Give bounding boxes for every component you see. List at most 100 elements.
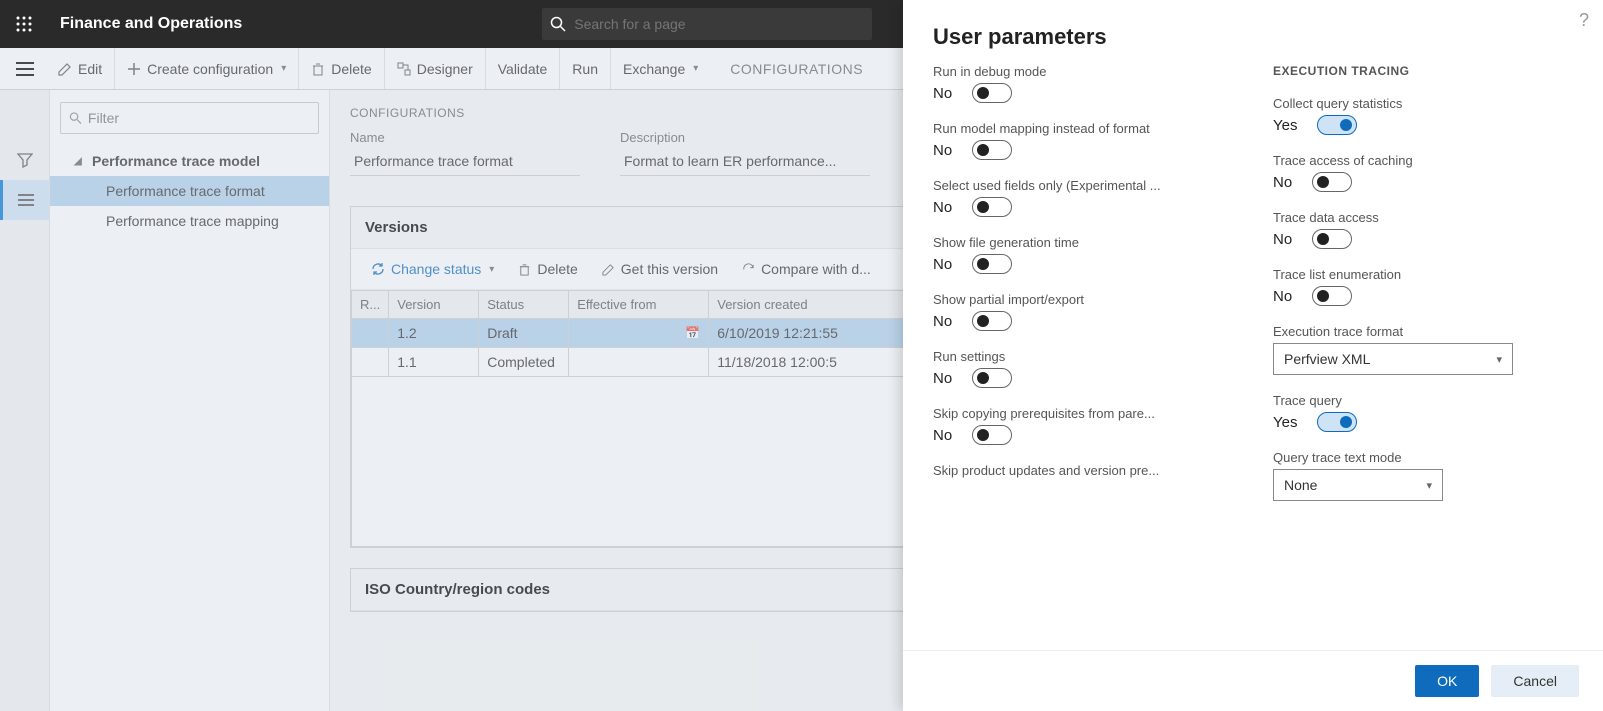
field-description: Description Format to learn ER performan… bbox=[620, 130, 870, 176]
get-label: Get this version bbox=[621, 261, 718, 277]
param-label: Run model mapping instead of format bbox=[933, 121, 1223, 136]
dd-value: None bbox=[1284, 477, 1317, 493]
chevron-down-icon: ▾ bbox=[1426, 479, 1432, 492]
param-usedfields: Select used fields only (Experimental ..… bbox=[933, 178, 1223, 217]
ok-button[interactable]: OK bbox=[1415, 665, 1479, 697]
toggle-filegen[interactable] bbox=[972, 254, 1012, 274]
refresh-icon bbox=[371, 262, 385, 276]
compare-label: Compare with d... bbox=[761, 261, 871, 277]
help-icon[interactable]: ? bbox=[1579, 10, 1589, 31]
tree-node-mapping[interactable]: Performance trace mapping bbox=[50, 206, 329, 236]
trash-icon bbox=[518, 263, 531, 276]
dropdown-format[interactable]: Perfview XML▾ bbox=[1273, 343, 1513, 375]
param-textmode: Query trace text mode None ▾ bbox=[1273, 450, 1533, 501]
col-status[interactable]: Status bbox=[479, 291, 569, 319]
get-version-button[interactable]: Get this version bbox=[592, 257, 728, 281]
param-skipprod: Skip product updates and version pre... bbox=[933, 463, 1223, 482]
toggle-debug[interactable] bbox=[972, 83, 1012, 103]
param-caching: Trace access of caching No bbox=[1273, 153, 1533, 192]
designer-button[interactable]: Designer bbox=[385, 48, 486, 89]
cancel-button[interactable]: Cancel bbox=[1491, 665, 1579, 697]
param-label: Trace data access bbox=[1273, 210, 1533, 225]
plus-icon bbox=[127, 62, 141, 76]
param-label: Trace list enumeration bbox=[1273, 267, 1533, 282]
app-launcher-icon[interactable] bbox=[8, 8, 40, 40]
param-value: Yes bbox=[1273, 117, 1297, 134]
tree-sidebar: ◢Performance trace model Performance tra… bbox=[50, 90, 330, 711]
param-listenum: Trace list enumeration No bbox=[1273, 267, 1533, 306]
param-label: Trace access of caching bbox=[1273, 153, 1533, 168]
tree-node-root[interactable]: ◢Performance trace model bbox=[50, 146, 329, 176]
toggle-collect[interactable] bbox=[1317, 115, 1357, 135]
tree-label: Performance trace format bbox=[106, 183, 265, 199]
desc-label: Description bbox=[620, 130, 870, 145]
search-input[interactable] bbox=[574, 16, 864, 32]
col-version[interactable]: Version bbox=[389, 291, 479, 319]
calendar-icon[interactable]: 📅 bbox=[685, 326, 700, 340]
param-value: Yes bbox=[1273, 414, 1297, 431]
chevron-down-icon: ▾ bbox=[693, 63, 698, 74]
toggle-skipcopy[interactable] bbox=[972, 425, 1012, 445]
app-title: Finance and Operations bbox=[60, 15, 242, 33]
search-icon bbox=[550, 16, 566, 32]
toggle-dataacc[interactable] bbox=[1312, 229, 1352, 249]
param-label: Select used fields only (Experimental ..… bbox=[933, 178, 1223, 193]
param-label: Trace query bbox=[1273, 393, 1533, 408]
exchange-button[interactable]: Exchange ▾ bbox=[611, 48, 710, 89]
toggle-listenum[interactable] bbox=[1312, 286, 1352, 306]
filter-box[interactable] bbox=[60, 102, 319, 134]
edit-button[interactable]: Edit bbox=[46, 48, 115, 89]
global-search[interactable] bbox=[542, 8, 872, 40]
param-value: No bbox=[933, 370, 952, 387]
designer-label: Designer bbox=[417, 61, 473, 77]
filter-input[interactable] bbox=[88, 110, 310, 126]
version-delete-button[interactable]: Delete bbox=[508, 257, 587, 281]
trash-icon bbox=[311, 62, 325, 76]
param-label: Skip copying prerequisites from pare... bbox=[933, 406, 1223, 421]
toggle-usedfields[interactable] bbox=[972, 197, 1012, 217]
run-button[interactable]: Run bbox=[560, 48, 611, 89]
param-label: Run in debug mode bbox=[933, 64, 1223, 79]
toggle-partial[interactable] bbox=[972, 311, 1012, 331]
param-value: No bbox=[1273, 231, 1292, 248]
desc-value[interactable]: Format to learn ER performance... bbox=[620, 149, 870, 176]
col-effective[interactable]: Effective from bbox=[569, 291, 709, 319]
exchange-label: Exchange bbox=[623, 61, 685, 77]
param-value: No bbox=[933, 313, 952, 330]
param-value: No bbox=[933, 256, 952, 273]
toggle-tracequery[interactable] bbox=[1317, 412, 1357, 432]
param-label: Show file generation time bbox=[933, 235, 1223, 250]
edit-label: Edit bbox=[78, 61, 102, 77]
compare-button[interactable]: Compare with d... bbox=[732, 257, 881, 281]
toggle-caching[interactable] bbox=[1312, 172, 1352, 192]
col-r[interactable]: R... bbox=[352, 291, 389, 319]
chevron-down-icon: ▾ bbox=[489, 264, 494, 275]
panel-footer: OK Cancel bbox=[903, 650, 1603, 711]
param-format: Execution trace format Perfview XML▾ bbox=[1273, 324, 1533, 375]
name-value[interactable]: Performance trace format bbox=[350, 149, 580, 176]
filter-rail-icon[interactable] bbox=[0, 140, 49, 180]
param-partial: Show partial import/export No bbox=[933, 292, 1223, 331]
dropdown-textmode[interactable]: None ▾ bbox=[1273, 469, 1443, 501]
cell-version: 1.2 bbox=[389, 319, 479, 348]
toggle-modelmap[interactable] bbox=[972, 140, 1012, 160]
param-runset: Run settings No bbox=[933, 349, 1223, 388]
param-label: Run settings bbox=[933, 349, 1223, 364]
list-rail-icon[interactable] bbox=[0, 180, 49, 220]
hamburger-icon[interactable] bbox=[4, 62, 46, 76]
tree-label: Performance trace mapping bbox=[106, 213, 279, 229]
param-modelmap: Run model mapping instead of format No bbox=[933, 121, 1223, 160]
tree-node-format[interactable]: Performance trace format bbox=[50, 176, 329, 206]
change-status-button[interactable]: Change status ▾ bbox=[361, 257, 504, 281]
left-rail bbox=[0, 90, 50, 711]
run-label: Run bbox=[572, 61, 598, 77]
toggle-runset[interactable] bbox=[972, 368, 1012, 388]
validate-button[interactable]: Validate bbox=[486, 48, 561, 89]
dd-value: Perfview XML bbox=[1284, 351, 1370, 367]
create-config-button[interactable]: Create configuration ▾ bbox=[115, 48, 299, 89]
param-collect: Collect query statistics Yes bbox=[1273, 96, 1533, 135]
param-label: Query trace text mode bbox=[1273, 450, 1533, 465]
delete-button[interactable]: Delete bbox=[299, 48, 384, 89]
cell-status: Draft bbox=[479, 319, 569, 348]
cell-effective bbox=[569, 348, 709, 377]
